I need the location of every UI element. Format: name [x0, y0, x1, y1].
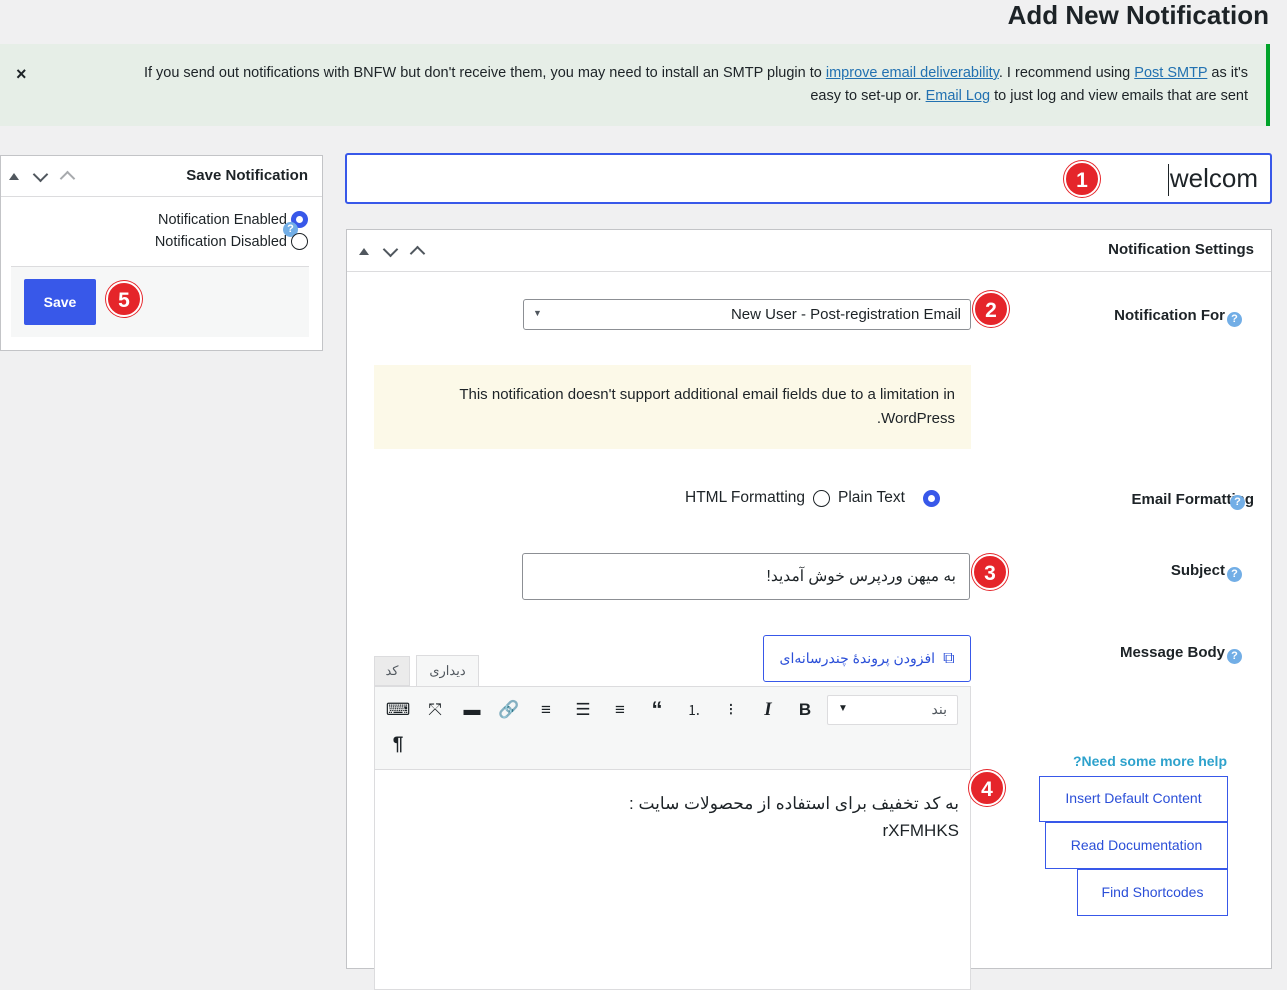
move-up-icon[interactable]	[59, 170, 76, 187]
message-body-label: Message Body	[1119, 644, 1225, 661]
move-down-icon[interactable]	[32, 166, 49, 183]
text-direction-icon[interactable]: ¶	[385, 732, 411, 758]
warning-line-2: .WordPress	[876, 410, 955, 427]
page-title: Add New Notification	[1007, 0, 1269, 30]
plain-text-label: Plain Text	[838, 489, 905, 506]
numbered-list-icon[interactable]: ⒈	[681, 697, 707, 723]
email-log-link[interactable]: Email Log	[926, 88, 990, 104]
notification-for-row-label: Notification For ?	[1114, 304, 1242, 327]
notice-text-3: as it's	[1211, 65, 1248, 81]
settings-collapse-icon[interactable]	[359, 248, 369, 255]
align-right-icon[interactable]: ≡	[533, 697, 559, 723]
insert-default-content-button[interactable]: Insert Default Content	[1039, 776, 1228, 822]
format-select[interactable]: ▼ بند	[827, 695, 958, 725]
blockquote-icon[interactable]: “	[644, 697, 670, 723]
notice-text-1: If you send out notifications with BNFW …	[143, 65, 822, 81]
collapse-toggle-icon[interactable]	[9, 173, 19, 180]
title-input[interactable]: welcom	[345, 153, 1272, 204]
settings-move-up-icon[interactable]	[409, 245, 426, 262]
plain-text-radio[interactable]	[922, 489, 940, 507]
editor-toolbar: ▼ بند ⌨ ⤧ ▬ 🔗 ≡ ☰ ≡ “ ⒈ ⁝ I B ¶	[374, 686, 971, 770]
tab-code[interactable]: کد	[374, 656, 410, 686]
add-media-label: افزودن پروندهٔ چندرسانه‌ای	[779, 650, 936, 666]
notice-text-5: to just log and view emails that are sen…	[994, 88, 1248, 104]
bullet-list-icon[interactable]: ⁝	[718, 697, 744, 723]
read-documentation-button[interactable]: Read Documentation	[1045, 822, 1228, 869]
editor-line-2: rXFMHKS	[882, 821, 960, 840]
notice-text: If you send out notifications with BNFW …	[48, 62, 1248, 108]
step-badge-3: 3	[972, 554, 1008, 590]
media-icon: ⧉	[943, 649, 955, 667]
save-button[interactable]: Save	[24, 279, 96, 325]
email-format-options: HTML Formatting Plain Text	[685, 489, 940, 507]
message-editor[interactable]: به کد تخفیف برای استفاده از محصولات سایت…	[374, 770, 971, 990]
notice-text-2: . I recommend using	[998, 65, 1131, 81]
title-input-value: welcom	[1169, 163, 1258, 193]
read-more-icon[interactable]: ▬	[459, 697, 485, 723]
disabled-label: Notification Disabled	[154, 233, 287, 250]
settings-box-arrows	[359, 241, 426, 262]
warning-line-1: This notification doesn't support additi…	[459, 386, 955, 403]
notification-settings-box: Notification Settings Notification For ?…	[346, 229, 1272, 990]
subject-help-icon[interactable]: ?	[1227, 567, 1242, 582]
align-left-icon[interactable]: ≡	[607, 697, 633, 723]
save-notification-box: Save Notification Notification Enabled ?…	[0, 155, 323, 351]
subject-value: به میهن وردپرس خوش آمدید!	[766, 568, 956, 585]
notice-text-4: easy to set-up or.	[810, 88, 922, 104]
post-smtp-link[interactable]: Post SMTP	[1134, 65, 1207, 81]
find-shortcodes-button[interactable]: Find Shortcodes	[1077, 869, 1228, 916]
step-badge-1: 1	[1064, 161, 1100, 197]
help-heading: ?Need some more help	[1072, 753, 1227, 769]
toolbar-row-2: ¶	[385, 732, 411, 758]
save-box-header: Save Notification	[1, 156, 322, 197]
disabled-radio[interactable]	[291, 233, 308, 250]
step-badge-2: 2	[973, 291, 1009, 327]
disabled-option[interactable]: Notification Disabled	[155, 233, 308, 250]
align-center-icon[interactable]: ☰	[570, 697, 596, 723]
settings-box-header: Notification Settings	[347, 230, 1271, 272]
link-icon[interactable]: 🔗	[496, 697, 522, 723]
subject-label: Subject	[1170, 562, 1225, 579]
smtp-notice: × If you send out notifications with BNF…	[0, 44, 1270, 126]
subject-row-label: Subject ?	[1171, 559, 1242, 582]
editor-line-1: به کد تخفیف برای استفاده از محصولات سایت…	[629, 794, 959, 813]
bold-icon[interactable]: B	[792, 697, 818, 723]
html-format-radio[interactable]	[813, 489, 831, 507]
fullscreen-icon[interactable]: ⤧	[422, 697, 448, 723]
enabled-label: Notification Enabled	[158, 211, 287, 228]
dismiss-notice-icon[interactable]: ×	[16, 64, 27, 85]
toolbar-row-1: ⌨ ⤧ ▬ 🔗 ≡ ☰ ≡ “ ⒈ ⁝ I B	[385, 697, 818, 723]
notification-for-value: New User - Post-registration Email	[730, 306, 961, 323]
settings-move-down-icon[interactable]	[382, 241, 399, 258]
step-badge-5: 5	[106, 281, 142, 317]
text-cursor	[1168, 164, 1169, 196]
settings-box-title: Notification Settings	[1108, 241, 1254, 258]
tab-visual[interactable]: دیداری	[416, 655, 479, 687]
message-body-row-label: Message Body ?	[1120, 641, 1242, 664]
notification-for-label: Notification For	[1114, 307, 1225, 324]
improve-deliverability-link[interactable]: improve email deliverability	[826, 65, 999, 81]
html-format-label: HTML Formatting	[685, 489, 806, 506]
keyboard-icon[interactable]: ⌨	[385, 697, 411, 723]
notification-for-select[interactable]: ▼ New User - Post-registration Email	[523, 299, 971, 330]
save-box-title: Save Notification	[186, 167, 308, 184]
format-select-value: بند	[931, 701, 947, 717]
notification-for-help-icon[interactable]: ?	[1227, 312, 1242, 327]
limitation-warning: This notification doesn't support additi…	[374, 365, 971, 449]
italic-icon[interactable]: I	[755, 697, 781, 723]
select-arrow-icon: ▼	[533, 308, 542, 318]
message-body-help-icon[interactable]: ?	[1227, 649, 1242, 664]
step-badge-4: 4	[969, 770, 1005, 806]
save-box-arrows	[9, 166, 76, 187]
subject-input[interactable]: به میهن وردپرس خوش آمدید!	[522, 553, 970, 600]
add-media-button[interactable]: افزودن پروندهٔ چندرسانه‌ای ⧉	[763, 635, 971, 682]
email-formatting-help-icon[interactable]: ?	[1230, 495, 1245, 510]
format-select-arrow-icon: ▼	[838, 703, 848, 714]
